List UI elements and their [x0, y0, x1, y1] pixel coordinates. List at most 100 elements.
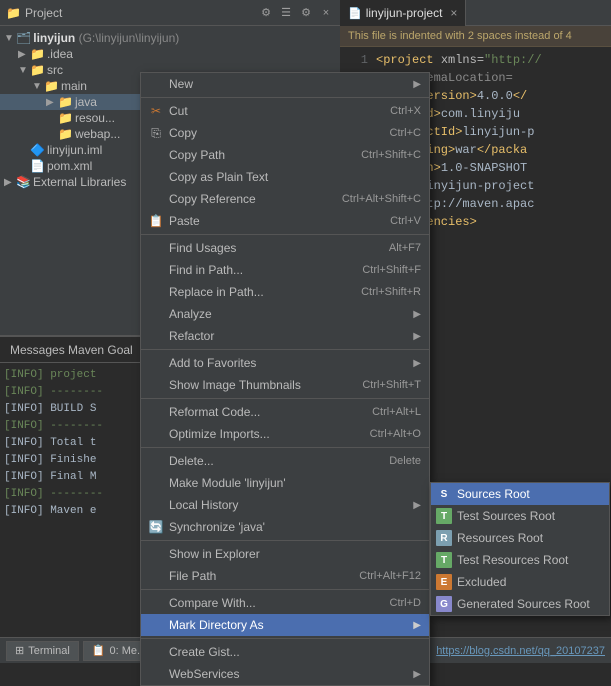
menu-item-analyze[interactable]: Analyze ▶ — [141, 303, 429, 325]
divider-4 — [141, 398, 429, 399]
terminal-label: Terminal — [28, 645, 70, 657]
project-root-icon: 🗂 — [16, 31, 31, 45]
url-text: https://blog.csdn.net/qq_20107237 — [436, 645, 605, 657]
mark-directory-submenu: S Sources Root T Test Sources Root R Res… — [430, 482, 610, 616]
menu-item-copy-plain[interactable]: Copy as Plain Text — [141, 166, 429, 188]
menu-item-replace-path[interactable]: Replace in Path... Ctrl+Shift+R — [141, 281, 429, 303]
project-icon: 📁 — [6, 6, 21, 20]
tree-item-linyijun[interactable]: ▼ 🗂 linyijun (G:\linyijun\linyijun) — [0, 30, 340, 46]
folder-icon: 📁 — [58, 127, 73, 141]
menu-item-copy-path[interactable]: Copy Path Ctrl+Shift+C — [141, 144, 429, 166]
submenu-label: Test Sources Root — [457, 509, 555, 523]
submenu-item-generated-sources-root[interactable]: G Generated Sources Root — [431, 593, 609, 615]
menu-item-delete[interactable]: Delete... Delete — [141, 450, 429, 472]
iml-icon: 🔷 — [30, 143, 45, 157]
expand-arrow: ▶ — [18, 49, 28, 60]
close-icon[interactable]: × — [318, 5, 334, 21]
tree-label: .idea — [47, 47, 73, 61]
submenu-item-test-sources-root[interactable]: T Test Sources Root — [431, 505, 609, 527]
menu-item-copy[interactable]: ⎘ Copy Ctrl+C — [141, 122, 429, 144]
panel-title: Project — [25, 6, 62, 20]
divider-8 — [141, 638, 429, 639]
divider-7 — [141, 589, 429, 590]
menu-item-optimize[interactable]: Optimize Imports... Ctrl+Alt+O — [141, 423, 429, 445]
xml-icon: 📄 — [30, 159, 45, 173]
expand-arrow: ▶ — [46, 97, 56, 108]
panel-header: 📁 Project ⚙ ☰ ⚙ × — [0, 0, 340, 26]
divider-6 — [141, 540, 429, 541]
test-resources-root-icon: T — [436, 552, 452, 568]
submenu-arrow: ▶ — [413, 331, 421, 342]
java-folder-icon: 📁 — [58, 95, 73, 109]
gear-icon[interactable]: ⚙ — [298, 5, 314, 21]
submenu-item-resources-root[interactable]: R Resources Root — [431, 527, 609, 549]
menu-item-file-path[interactable]: File Path Ctrl+Alt+F12 — [141, 565, 429, 587]
code-line-1: 1 <project xmlns="http:// — [348, 51, 603, 69]
settings-icon[interactable]: ⚙ — [258, 5, 274, 21]
messages-tab-label: Messages Maven Goal — [10, 343, 133, 357]
panel-title-area: 📁 Project — [6, 6, 62, 20]
excluded-icon: E — [436, 574, 452, 590]
submenu-arrow: ▶ — [413, 358, 421, 369]
menu-item-new[interactable]: New ▶ — [141, 73, 429, 95]
submenu-label: Excluded — [457, 575, 506, 589]
tree-item-idea[interactable]: ▶ 📁 .idea — [0, 46, 340, 62]
folder-icon: 📁 — [58, 111, 73, 125]
menu-item-refactor[interactable]: Refactor ▶ — [141, 325, 429, 347]
editor-tab-linyijun[interactable]: 📄 linyijun-project × — [340, 0, 466, 26]
editor-notice: This file is indented with 2 spaces inst… — [340, 26, 611, 47]
tree-label: linyijun (G:\linyijun\linyijun) — [33, 31, 179, 45]
panel-toolbar: ⚙ ☰ ⚙ × — [258, 5, 334, 21]
tree-label: java — [75, 95, 97, 109]
tree-label: src — [47, 63, 63, 77]
terminal-tab[interactable]: ⊞ Terminal — [6, 641, 79, 661]
submenu-arrow: ▶ — [413, 500, 421, 511]
submenu-label: Sources Root — [457, 487, 530, 501]
tree-label: resou... — [75, 111, 115, 125]
submenu-label: Resources Root — [457, 531, 543, 545]
menu-item-local-history[interactable]: Local History ▶ — [141, 494, 429, 516]
tab-close-icon[interactable]: × — [450, 6, 457, 20]
menu-item-add-favorites[interactable]: Add to Favorites ▶ — [141, 352, 429, 374]
folder-icon: 📁 — [30, 47, 45, 61]
tree-label: main — [61, 79, 87, 93]
submenu-arrow: ▶ — [413, 79, 421, 90]
menu-item-find-usages[interactable]: Find Usages Alt+F7 — [141, 237, 429, 259]
menu-item-webservices[interactable]: WebServices ▶ — [141, 663, 429, 685]
divider-5 — [141, 447, 429, 448]
divider-1 — [141, 97, 429, 98]
filter-icon[interactable]: ☰ — [278, 5, 294, 21]
menu-item-create-gist[interactable]: Create Gist... — [141, 641, 429, 663]
tree-label: pom.xml — [47, 159, 92, 173]
submenu-label: Test Resources Root — [457, 553, 568, 567]
test-sources-root-icon: T — [436, 508, 452, 524]
menu-item-mark-dir[interactable]: Mark Directory As ▶ — [141, 614, 429, 636]
menu-item-reformat[interactable]: Reformat Code... Ctrl+Alt+L — [141, 401, 429, 423]
menu-item-cut[interactable]: ✂ Cut Ctrl+X — [141, 100, 429, 122]
copy-icon: ⎘ — [147, 126, 165, 141]
messages-tab-main[interactable]: Messages Maven Goal — [0, 337, 144, 362]
paste-icon: 📋 — [147, 214, 165, 228]
submenu-arrow: ▶ — [413, 620, 421, 631]
libs-icon: 📚 — [16, 175, 31, 189]
menu-item-make-module[interactable]: Make Module 'linyijun' — [141, 472, 429, 494]
menu-item-compare[interactable]: Compare With... Ctrl+D — [141, 592, 429, 614]
xml-file-icon: 📄 — [348, 7, 362, 20]
menu-item-copy-ref[interactable]: Copy Reference Ctrl+Alt+Shift+C — [141, 188, 429, 210]
expand-arrow: ▼ — [4, 33, 14, 44]
menu-item-synchronize[interactable]: 🔄 Synchronize 'java' — [141, 516, 429, 538]
submenu-item-test-resources-root[interactable]: T Test Resources Root — [431, 549, 609, 571]
menu-item-paste[interactable]: 📋 Paste Ctrl+V — [141, 210, 429, 232]
submenu-item-excluded[interactable]: E Excluded — [431, 571, 609, 593]
sync-icon: 🔄 — [147, 520, 165, 534]
menu-item-find-path[interactable]: Find in Path... Ctrl+Shift+F — [141, 259, 429, 281]
expand-arrow: ▼ — [18, 65, 28, 76]
tree-label: External Libraries — [33, 175, 126, 189]
context-menu: New ▶ ✂ Cut Ctrl+X ⎘ Copy Ctrl+C Copy Pa… — [140, 72, 430, 686]
expand-arrow: ▶ — [4, 177, 14, 188]
menu-item-show-explorer[interactable]: Show in Explorer — [141, 543, 429, 565]
tree-label: linyijun.iml — [47, 143, 102, 157]
menu-item-show-thumbnails[interactable]: Show Image Thumbnails Ctrl+Shift+T — [141, 374, 429, 396]
expand-arrow: ▼ — [32, 81, 42, 92]
submenu-item-sources-root[interactable]: S Sources Root — [431, 483, 609, 505]
